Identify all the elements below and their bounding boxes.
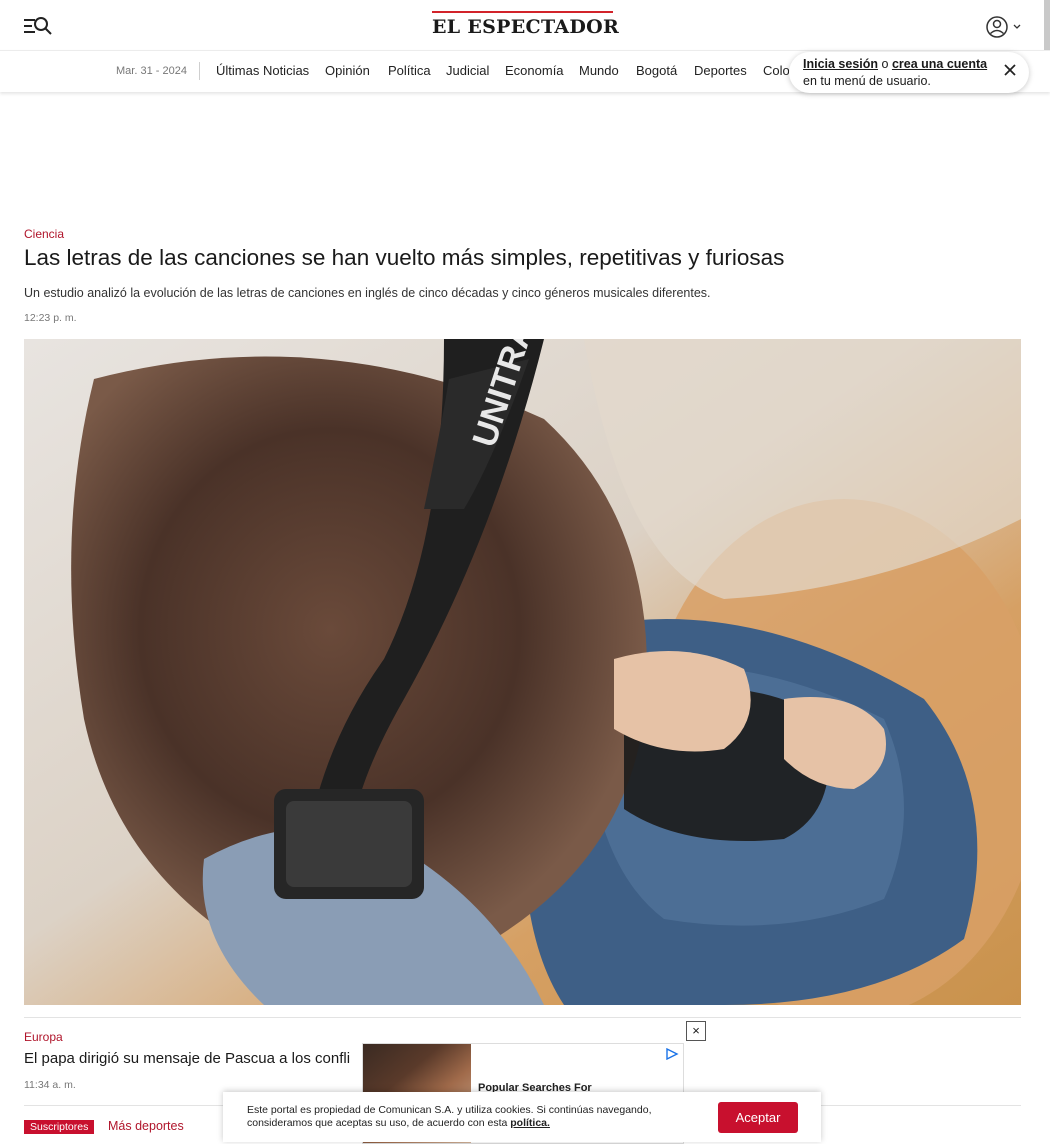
login-tooltip: Inicia sesión o crea una cuenta en tu me… (789, 52, 1029, 93)
cookie-banner: Este portal es propiedad de Comunican S.… (223, 1092, 821, 1142)
nav-item-economia[interactable]: Economía (505, 63, 564, 78)
article-summary: Un estudio analizó la evolución de las l… (24, 286, 711, 300)
chevron-down-icon (1013, 24, 1021, 29)
user-circle-icon (986, 16, 1021, 38)
accept-cookies-button[interactable]: Aceptar (718, 1102, 798, 1133)
article2-headline[interactable]: El papa dirigió su mensaje de Pascua a l… (24, 1050, 350, 1067)
create-account-link[interactable]: crea una cuenta (892, 57, 987, 71)
cookie-message: Este portal es propiedad de Comunican S.… (247, 1104, 703, 1130)
nav-item-opinion[interactable]: Opinión (325, 63, 370, 78)
nav-item-mundo[interactable]: Mundo (579, 63, 619, 78)
nav-item-ultimas-noticias[interactable]: Últimas Noticias (216, 63, 309, 78)
article2-category[interactable]: Europa (24, 1030, 63, 1044)
nav-divider (199, 62, 200, 80)
site-header: EL ESPECTADOR (0, 0, 1050, 50)
login-link[interactable]: Inicia sesión (803, 57, 878, 71)
headphones-photo: UNITRA (24, 339, 1021, 1005)
nav-item-judicial[interactable]: Judicial (446, 63, 489, 78)
nav-item-politica[interactable]: Política (388, 63, 431, 78)
tooltip-message: Inicia sesión o crea una cuenta en tu me… (803, 56, 999, 90)
article3-category[interactable]: Más deportes (108, 1119, 184, 1133)
article2-time: 11:34 a. m. (24, 1079, 76, 1091)
ad-close-button[interactable]: × (686, 1021, 706, 1041)
cookie-policy-link[interactable]: política. (510, 1117, 550, 1129)
nav-item-colombia[interactable]: Colo (763, 63, 790, 78)
user-menu-button[interactable] (984, 14, 1026, 40)
adchoices-icon[interactable] (665, 1048, 679, 1060)
search-menu-icon (24, 17, 52, 35)
cookie-text: Este portal es propiedad de Comunican S.… (247, 1104, 652, 1129)
site-logo[interactable]: EL ESPECTADOR (432, 11, 620, 41)
tooltip-close-button[interactable] (1002, 62, 1018, 78)
article-divider (24, 1017, 1021, 1018)
article-category[interactable]: Ciencia (24, 227, 64, 241)
logo-text: EL ESPECTADOR (432, 16, 620, 38)
article-headline[interactable]: Las letras de las canciones se han vuelt… (24, 245, 784, 271)
nav-item-deportes[interactable]: Deportes (694, 63, 747, 78)
nav-date: Mar. 31 - 2024 (116, 65, 187, 77)
nav-item-bogota[interactable]: Bogotá (636, 63, 677, 78)
article-hero-image[interactable]: UNITRA (24, 339, 1021, 1005)
tooltip-rest: en tu menú de usuario. (803, 74, 931, 88)
logo-red-bar (432, 11, 613, 13)
subscribers-badge: Suscriptores (24, 1120, 95, 1134)
menu-search-button[interactable] (22, 12, 54, 40)
article-time: 12:23 p. m. (24, 312, 77, 324)
close-icon (1004, 64, 1016, 76)
tooltip-connector: o (878, 57, 892, 71)
